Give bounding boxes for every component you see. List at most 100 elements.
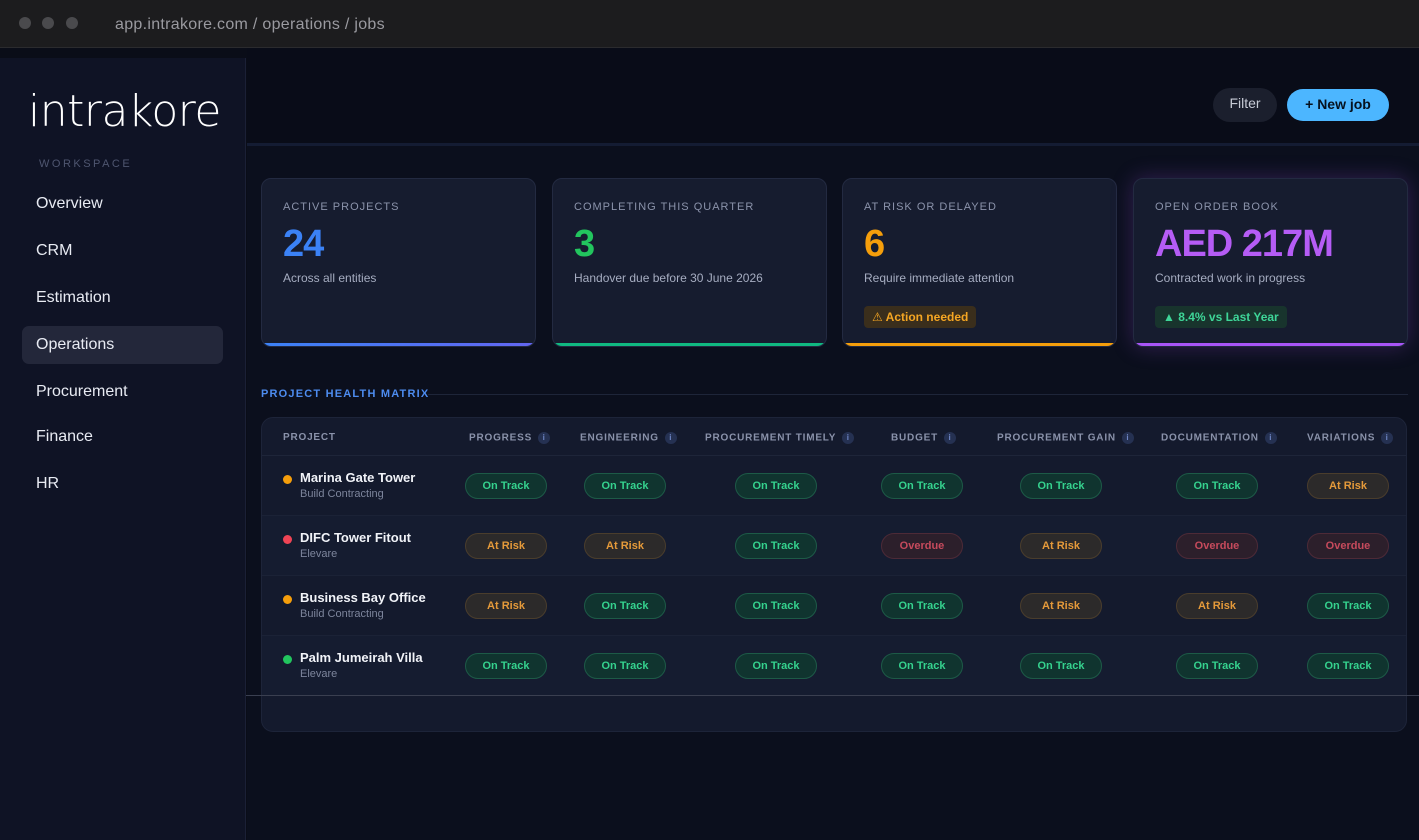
column-header-project: PROJECT	[283, 432, 336, 443]
kpi-value: 3	[574, 223, 595, 265]
column-header-progress[interactable]: PROGRESS i	[469, 432, 551, 444]
project-entity: Build Contracting	[300, 488, 384, 500]
project-entity: Elevare	[300, 668, 338, 680]
column-header-procurement-timely[interactable]: PROCUREMENT TIMELY i	[705, 432, 855, 444]
status-pill-progress[interactable]: At Risk	[465, 533, 547, 559]
status-pill-engineering[interactable]: At Risk	[584, 533, 666, 559]
column-header-documentation[interactable]: DOCUMENTATION i	[1161, 432, 1277, 444]
kpi-card-completing-quarter: COMPLETING THIS QUARTER 3 Handover due b…	[552, 178, 827, 347]
sidebar-item-procurement[interactable]: Procurement	[22, 373, 223, 411]
kpi-label: AT RISK OR DELAYED	[864, 201, 997, 213]
kpi-label: ACTIVE PROJECTS	[283, 201, 400, 213]
kpi-label: COMPLETING THIS QUARTER	[574, 201, 755, 213]
status-pill-variations[interactable]: On Track	[1307, 593, 1389, 619]
app-logo[interactable]: intrakore	[28, 86, 221, 137]
status-pill-progress[interactable]: On Track	[465, 473, 547, 499]
window-maximize-icon[interactable]	[66, 17, 78, 29]
column-header-procurement-gain[interactable]: PROCUREMENT GAIN i	[997, 432, 1134, 444]
sidebar-item-finance[interactable]: Finance	[22, 418, 223, 456]
filter-button[interactable]: Filter	[1213, 88, 1277, 122]
status-pill-procurement-timely[interactable]: On Track	[735, 593, 817, 619]
kpi-value: AED 217M	[1155, 223, 1334, 265]
info-icon[interactable]: i	[1381, 432, 1394, 444]
status-pill-engineering[interactable]: On Track	[584, 593, 666, 619]
info-icon[interactable]: i	[538, 432, 551, 444]
status-pill-procurement-timely[interactable]: On Track	[735, 473, 817, 499]
project-name[interactable]: Palm Jumeirah Villa	[300, 650, 423, 665]
window-minimize-icon[interactable]	[42, 17, 54, 29]
sidebar-item-crm[interactable]: CRM	[22, 232, 223, 270]
kpi-accent-bar	[1134, 343, 1407, 346]
section-divider	[428, 394, 1408, 395]
status-pill-budget[interactable]: On Track	[881, 593, 963, 619]
kpi-accent-bar	[553, 343, 826, 346]
status-pill-procurement-timely[interactable]: On Track	[735, 653, 817, 679]
window-title-bar: app.intrakore.com / operations / jobs	[0, 0, 1419, 48]
kpi-subtext: Require immediate attention	[864, 271, 1015, 285]
status-pill-budget[interactable]: On Track	[881, 473, 963, 499]
kpi-card-order-book: OPEN ORDER BOOK AED 217M Contracted work…	[1133, 178, 1408, 347]
workspace-section-label: WORKSPACE	[39, 158, 133, 170]
status-pill-procurement-gain[interactable]: At Risk	[1020, 533, 1102, 559]
page-header: Filter + New job	[247, 48, 1419, 146]
project-entity: Elevare	[300, 548, 338, 560]
project-name[interactable]: Business Bay Office	[300, 590, 426, 605]
table-row[interactable]: DIFC Tower Fitout Elevare At Risk At Risk On…	[262, 516, 1406, 576]
status-pill-procurement-gain[interactable]: At Risk	[1020, 593, 1102, 619]
status-pill-variations[interactable]: Overdue	[1307, 533, 1389, 559]
table-row[interactable]: Business Bay Office Build Contracting At R…	[262, 576, 1406, 636]
info-icon[interactable]: i	[1264, 432, 1277, 444]
project-name[interactable]: Marina Gate Tower	[300, 470, 415, 485]
status-pill-documentation[interactable]: On Track	[1176, 653, 1258, 679]
kpi-card-active-projects: ACTIVE PROJECTS 24 Across all entities	[261, 178, 536, 347]
status-pill-progress[interactable]: On Track	[465, 653, 547, 679]
sidebar-item-overview[interactable]: Overview	[22, 185, 223, 223]
status-pill-procurement-gain[interactable]: On Track	[1020, 653, 1102, 679]
window-close-icon[interactable]	[19, 17, 31, 29]
kpi-accent-bar	[843, 343, 1116, 346]
status-pill-procurement-timely[interactable]: On Track	[735, 533, 817, 559]
status-pill-engineering[interactable]: On Track	[584, 473, 666, 499]
kpi-label: OPEN ORDER BOOK	[1155, 201, 1279, 213]
growth-badge: ▲ 8.4% vs Last Year	[1155, 306, 1287, 328]
sidebar-item-estimation[interactable]: Estimation	[22, 279, 223, 317]
project-name[interactable]: DIFC Tower Fitout	[300, 530, 411, 545]
kpi-subtext: Contracted work in progress	[1155, 271, 1306, 285]
kpi-accent-bar	[262, 343, 535, 346]
status-pill-engineering[interactable]: On Track	[584, 653, 666, 679]
status-pill-documentation[interactable]: At Risk	[1176, 593, 1258, 619]
column-header-budget[interactable]: BUDGET i	[891, 432, 957, 444]
divider	[246, 695, 1419, 696]
matrix-header-row: PROJECT PROGRESS i ENGINEERING i PROCUREME…	[262, 418, 1406, 456]
action-needed-badge: ⚠ Action needed	[864, 306, 977, 328]
status-pill-documentation[interactable]: Overdue	[1176, 533, 1258, 559]
info-icon[interactable]: i	[944, 432, 957, 444]
column-header-engineering[interactable]: ENGINEERING i	[580, 432, 677, 444]
status-pill-budget[interactable]: On Track	[881, 653, 963, 679]
status-pill-procurement-gain[interactable]: On Track	[1020, 473, 1102, 499]
sidebar-item-hr[interactable]: HR	[22, 465, 223, 503]
new-job-button[interactable]: + New job	[1287, 89, 1389, 121]
sidebar-item-operations[interactable]: Operations	[22, 326, 223, 364]
kpi-value: 6	[864, 223, 885, 265]
status-pill-variations[interactable]: At Risk	[1307, 473, 1389, 499]
kpi-value: 24	[283, 223, 324, 265]
sidebar: intrakore WORKSPACE Overview CRM Estimat…	[0, 58, 246, 840]
column-header-variations[interactable]: VARIATIONS i	[1307, 432, 1394, 444]
address-bar[interactable]: app.intrakore.com / operations / jobs	[115, 16, 385, 34]
status-pill-budget[interactable]: Overdue	[881, 533, 963, 559]
status-pill-progress[interactable]: At Risk	[465, 593, 547, 619]
kpi-subtext: Handover due before 30 June 2026	[574, 271, 763, 285]
status-dot	[283, 595, 292, 604]
info-icon[interactable]: i	[842, 432, 855, 444]
info-icon[interactable]: i	[1121, 432, 1134, 444]
table-row[interactable]: Marina Gate Tower Build Contracting On Tra…	[262, 456, 1406, 516]
kpi-subtext: Across all entities	[283, 271, 377, 285]
status-pill-variations[interactable]: On Track	[1307, 653, 1389, 679]
section-title: PROJECT HEALTH MATRIX	[261, 388, 430, 400]
status-dot	[283, 655, 292, 664]
main-content: Filter + New job ACTIVE PROJECTS 24 Acro…	[247, 48, 1419, 840]
table-row[interactable]: Palm Jumeirah Villa Elevare On Track On Tra…	[262, 636, 1406, 696]
info-icon[interactable]: i	[664, 432, 677, 444]
status-pill-documentation[interactable]: On Track	[1176, 473, 1258, 499]
